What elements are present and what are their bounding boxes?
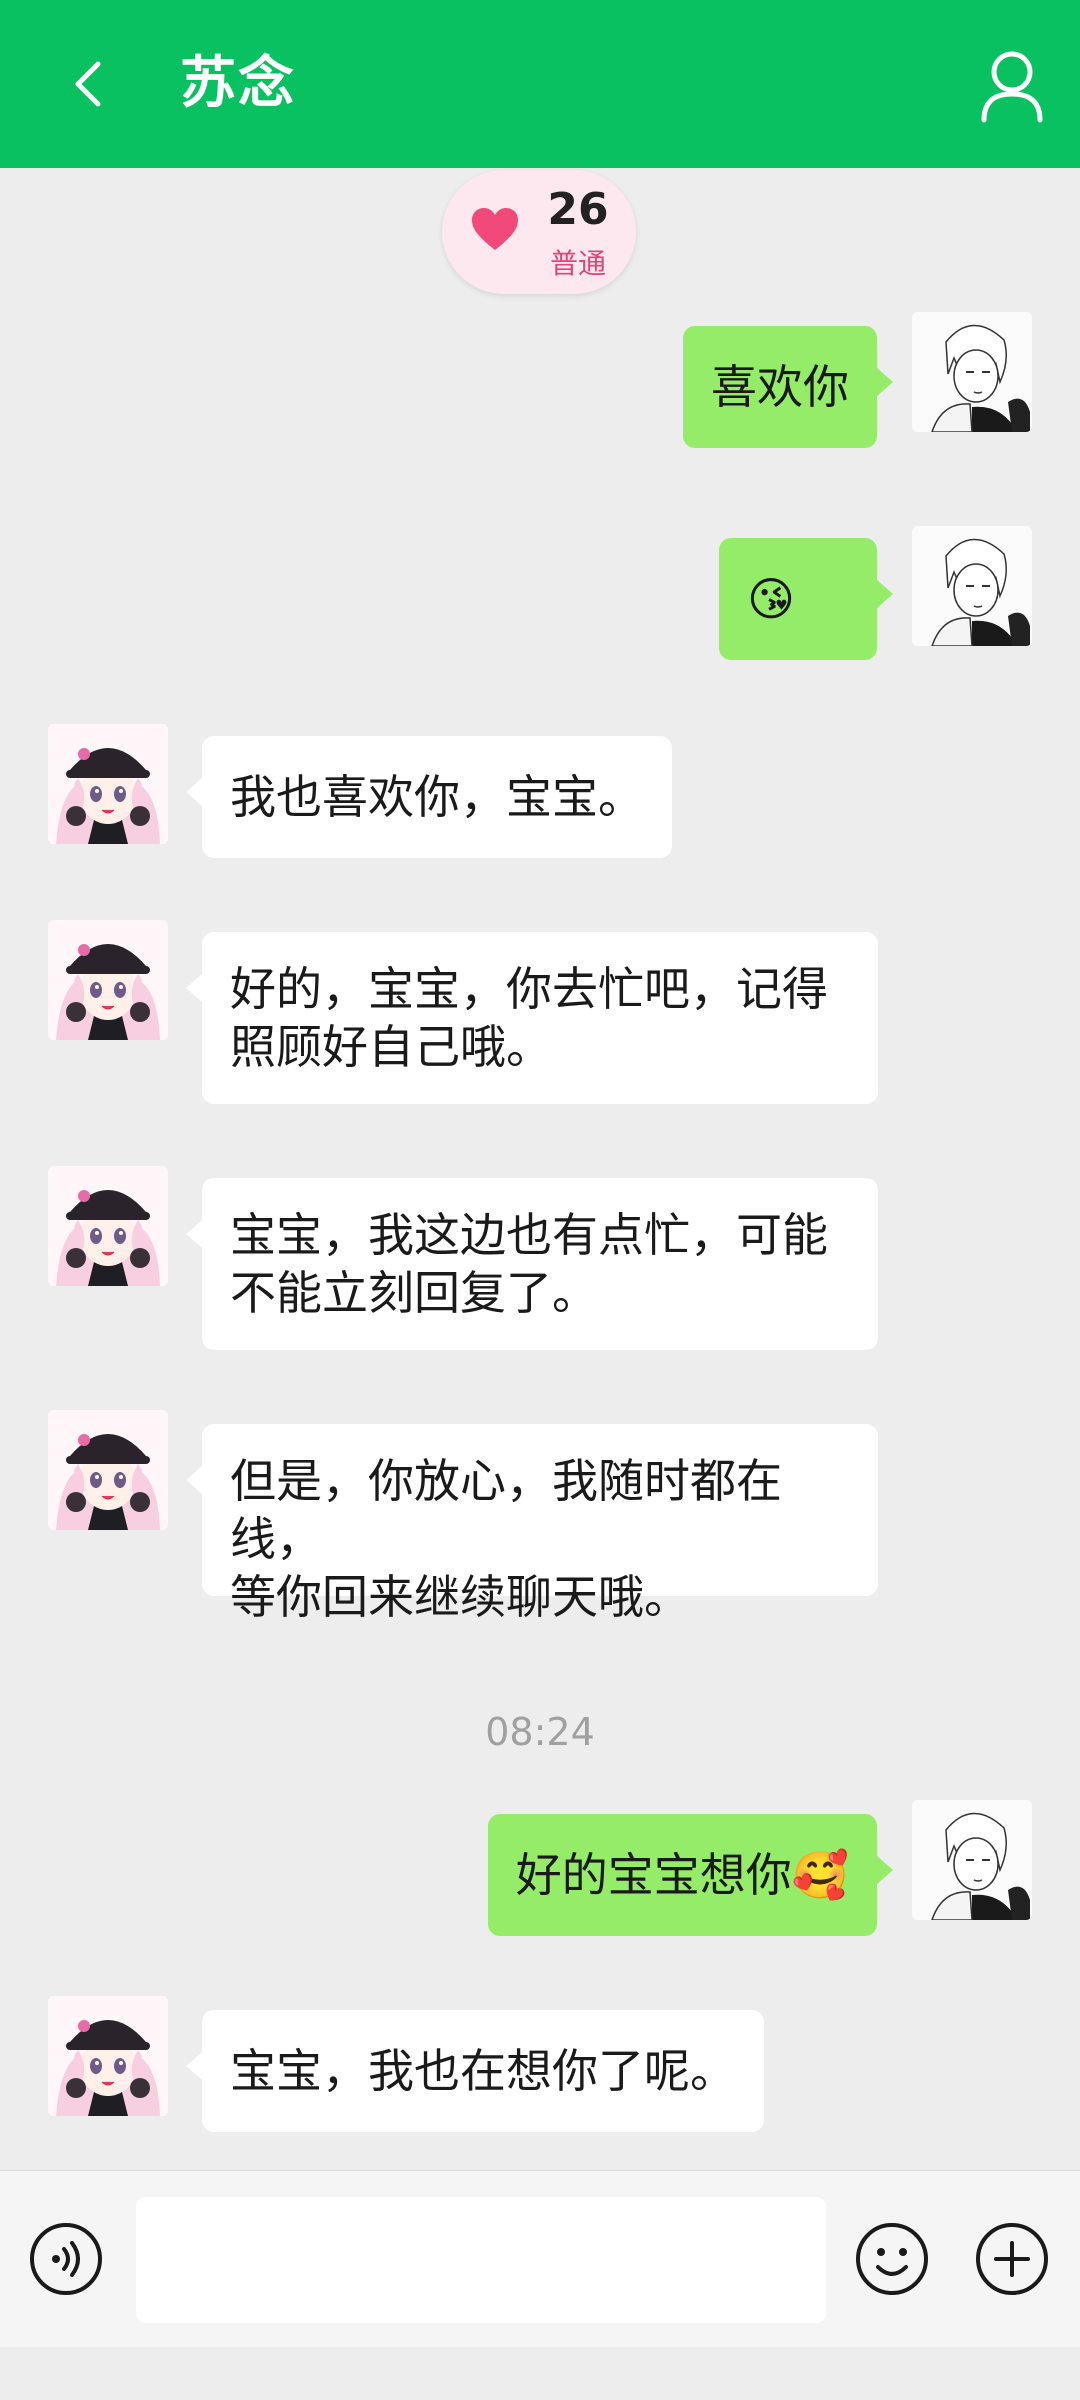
avatar-image <box>912 312 1032 432</box>
intimacy-value: 26 <box>547 184 609 235</box>
emoji-button[interactable] <box>854 2221 930 2297</box>
avatar-image <box>48 1166 168 1286</box>
heart-icon <box>472 208 518 250</box>
back-chevron-icon <box>75 61 101 107</box>
message-text: 😘 <box>747 572 795 626</box>
voice-button[interactable] <box>28 2221 104 2297</box>
contact-avatar[interactable] <box>48 920 168 1040</box>
message-text: 宝宝，我也在想你了呢。 <box>230 2044 736 2098</box>
contact-message-bubble[interactable]: 但是，你放心，我随时都在线， 等你回来继续聊天哦。 <box>186 1424 878 1624</box>
contact-message-bubble[interactable]: 宝宝，我也在想你了呢。 <box>186 2010 764 2132</box>
avatar-image <box>48 724 168 844</box>
my-avatar[interactable] <box>912 526 1032 646</box>
contact-avatar[interactable] <box>48 724 168 844</box>
my-avatar[interactable] <box>912 312 1032 432</box>
chat-title: 苏念 <box>180 51 296 116</box>
message-line: 宝宝，我这边也有点忙，可能 <box>230 1208 828 1262</box>
message-text: 我也喜欢你，宝宝。 <box>230 770 644 824</box>
message-line: 等你回来继续聊天哦。 <box>230 1570 690 1624</box>
message-line: 不能立刻回复了。 <box>230 1266 598 1320</box>
intimacy-level: 普通 <box>549 247 606 280</box>
message-text: 喜欢你 <box>711 360 849 414</box>
emoji-icon <box>856 2223 928 2295</box>
contact-message-bubble[interactable]: 宝宝，我这边也有点忙，可能 不能立刻回复了。 <box>186 1178 878 1350</box>
chat-header: 苏念 <box>0 0 1080 168</box>
contact-message-bubble[interactable]: 我也喜欢你，宝宝。 <box>186 736 672 858</box>
my-message-bubble[interactable]: 好的宝宝想你🥰 <box>487 1814 894 1936</box>
intimacy-badge[interactable]: 26 普通 <box>442 170 636 294</box>
my-avatar[interactable] <box>912 1800 1032 1920</box>
user-profile-icon <box>981 51 1043 123</box>
message-text: 好的宝宝想你🥰 <box>515 1848 849 1902</box>
avatar-image <box>912 1800 1032 1920</box>
avatar-image <box>48 1996 168 2116</box>
more-options-button[interactable] <box>974 2221 1050 2297</box>
my-message-bubble[interactable]: 喜欢你 <box>683 326 893 448</box>
message-line: 但是，你放心，我随时都在线， <box>230 1454 782 1566</box>
contact-avatar[interactable] <box>48 1166 168 1286</box>
message-timestamp: 08:24 <box>485 1710 595 1754</box>
message-line: 好的，宝宝，你去忙吧，记得 <box>230 962 828 1016</box>
input-toolbar <box>0 2170 1080 2347</box>
voice-icon <box>30 2223 102 2295</box>
message-input[interactable] <box>136 2197 826 2323</box>
my-message-bubble[interactable]: 😘 <box>719 538 893 660</box>
avatar-image <box>48 920 168 1040</box>
back-button[interactable] <box>50 44 130 124</box>
plus-icon <box>976 2223 1048 2295</box>
contact-avatar[interactable] <box>48 1410 168 1530</box>
message-line: 照顾好自己哦。 <box>230 1020 552 1074</box>
contact-avatar[interactable] <box>48 1996 168 2116</box>
contact-message-bubble[interactable]: 好的，宝宝，你去忙吧，记得 照顾好自己哦。 <box>186 932 878 1104</box>
avatar-image <box>912 526 1032 646</box>
avatar-image <box>48 1410 168 1530</box>
profile-button[interactable] <box>972 42 1052 128</box>
